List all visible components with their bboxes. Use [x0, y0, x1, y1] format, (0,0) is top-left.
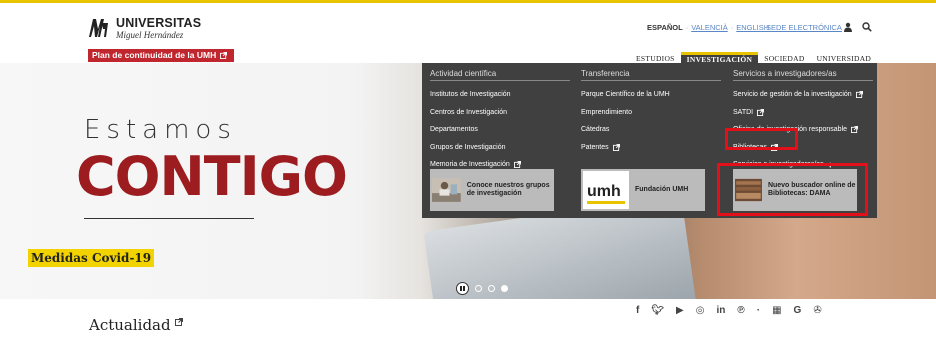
lang-valencia[interactable]: VALENCIÀ [691, 23, 728, 32]
sede-electronica-link[interactable]: SEDE ELECTRÓNICA [766, 23, 842, 32]
separator-dot: · [756, 305, 761, 316]
promo-fundacion-umh[interactable]: umh Fundación UMH [581, 169, 705, 211]
google-icon[interactable]: G [794, 305, 802, 316]
promo-photo-lab [432, 178, 461, 202]
android-icon[interactable]: ✇ [813, 305, 821, 316]
menu-item-parque[interactable]: Parque Científico de la UMH [581, 86, 731, 104]
language-selector: ESPAÑOL · VALENCIÀ · ENGLISH [647, 23, 770, 32]
external-link-icon [855, 91, 863, 99]
menu-column-transferencia: Transferencia Parque Científico de la UM… [581, 69, 731, 156]
carousel-dot-active[interactable] [501, 285, 508, 292]
hero-divider [84, 218, 254, 219]
external-link-icon [851, 126, 859, 134]
investigacion-mega-menu: Actividad científica Institutos de Inves… [422, 63, 877, 218]
carousel-controls [456, 282, 508, 295]
menu-item-satdi[interactable]: SATDI [733, 104, 883, 122]
promo-grupos-investigacion[interactable]: Conoce nuestros grupos de investigación [430, 169, 554, 211]
user-icon[interactable] [843, 22, 853, 32]
external-link-icon [220, 52, 228, 59]
logo-title: UNIVERSITAS [116, 16, 202, 30]
logo-subtitle: Miguel Hernández [116, 29, 184, 40]
actualidad-heading[interactable]: Actualidad [89, 316, 183, 334]
highlight-box-dama [717, 163, 868, 216]
menu-item-grupos[interactable]: Grupos de Investigación [430, 139, 580, 157]
external-link-icon [513, 161, 521, 169]
menu-column-title: Servicios a investigadores/as [733, 69, 873, 81]
carousel-pause-button[interactable] [456, 282, 469, 295]
windows-icon[interactable]: ▦ [772, 305, 781, 316]
menu-item-departamentos[interactable]: Departamentos [430, 121, 580, 139]
umh-logo[interactable]: UNIVERSITAS Miguel Hernández [88, 17, 201, 40]
instagram-icon[interactable]: ◎ [696, 305, 705, 316]
carousel-dot[interactable] [475, 285, 482, 292]
menu-item-gestion[interactable]: Servicio de gestión de la investigación [733, 86, 883, 104]
pinterest-icon[interactable]: ℗ [737, 305, 744, 316]
menu-column-servicios: Servicios a investigadores/as Servicio d… [733, 69, 883, 174]
menu-item-emprendimiento[interactable]: Emprendimiento [581, 104, 731, 122]
lang-english[interactable]: ENGLISH [736, 23, 769, 32]
linkedin-icon[interactable]: in [716, 305, 725, 316]
menu-item-institutos[interactable]: Institutos de Investigación [430, 86, 580, 104]
external-link-icon [174, 318, 183, 326]
fundacion-umh-logo: umh [583, 171, 629, 209]
hero-line-estamos: Estamos [84, 115, 237, 145]
menu-item-centros[interactable]: Centros de Investigación [430, 104, 580, 122]
twitter-icon[interactable]: 🐦︎ [651, 305, 664, 316]
external-link-icon [757, 108, 765, 116]
logo-mark-icon [88, 17, 110, 40]
menu-item-patentes[interactable]: Patentes [581, 139, 731, 157]
menu-item-catedras[interactable]: Cátedras [581, 121, 731, 139]
highlight-box-bibliotecas [725, 128, 798, 150]
external-link-icon [612, 143, 620, 151]
hero-line-contigo: CONTIGO [76, 145, 348, 208]
social-links: f 🐦︎ ▶ ◎ in ℗ · ▦ G ✇ [636, 305, 834, 316]
menu-column-actividad: Actividad científica Institutos de Inves… [430, 69, 580, 174]
plan-continuidad-button[interactable]: Plan de continuidad de la UMH [88, 49, 234, 62]
carousel-dot[interactable] [488, 285, 495, 292]
svg-text:umh: umh [587, 183, 621, 200]
menu-column-title: Transferencia [581, 69, 721, 81]
facebook-icon[interactable]: f [636, 305, 639, 316]
menu-column-title: Actividad científica [430, 69, 570, 81]
covid-measures-link[interactable]: Medidas Covid-19 [28, 249, 155, 267]
search-icon[interactable] [862, 22, 872, 32]
site-header: UNIVERSITAS Miguel Hernández Plan de con… [0, 3, 936, 65]
youtube-icon[interactable]: ▶ [676, 305, 684, 316]
lang-espanol[interactable]: ESPAÑOL [647, 23, 683, 32]
